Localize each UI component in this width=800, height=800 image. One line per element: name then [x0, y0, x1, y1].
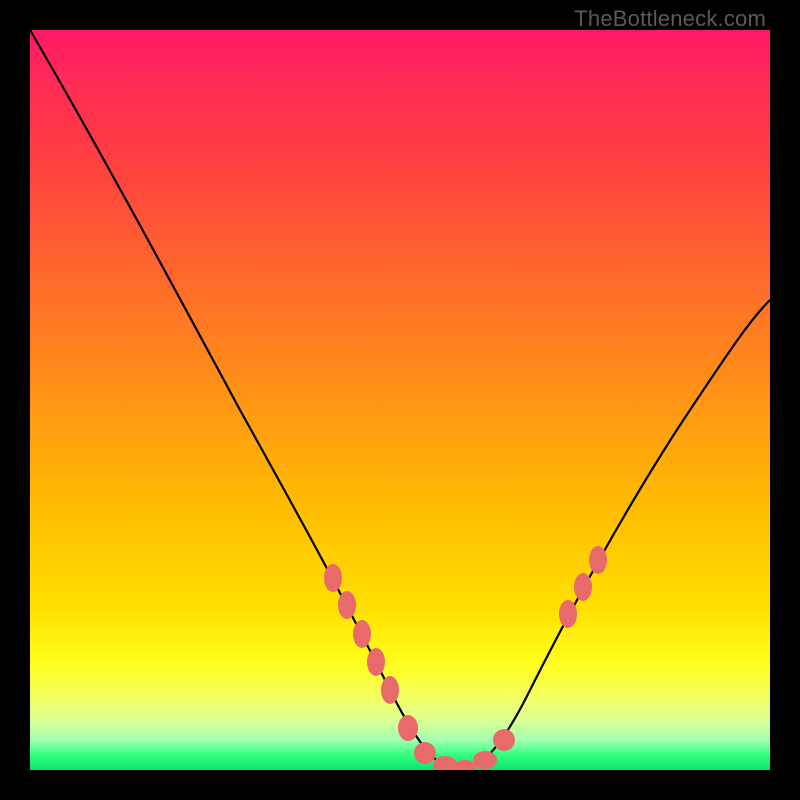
marker-dot: [324, 564, 342, 592]
marker-dot: [381, 676, 399, 704]
marker-dot: [398, 715, 418, 741]
curve-layer: [30, 30, 770, 770]
marker-dot: [473, 751, 497, 769]
marker-dot: [367, 648, 385, 676]
marker-dot: [559, 600, 577, 628]
marker-dot: [574, 573, 592, 601]
marker-dot: [589, 546, 607, 574]
marker-dot: [414, 742, 436, 764]
chart-frame: TheBottleneck.com: [0, 0, 800, 800]
marker-dot: [338, 591, 356, 619]
marker-dot: [353, 620, 371, 648]
marker-dot: [493, 729, 515, 751]
bottleneck-curve: [30, 30, 770, 770]
plot-area: [30, 30, 770, 770]
marker-group: [324, 546, 607, 770]
watermark-text: TheBottleneck.com: [574, 6, 766, 32]
